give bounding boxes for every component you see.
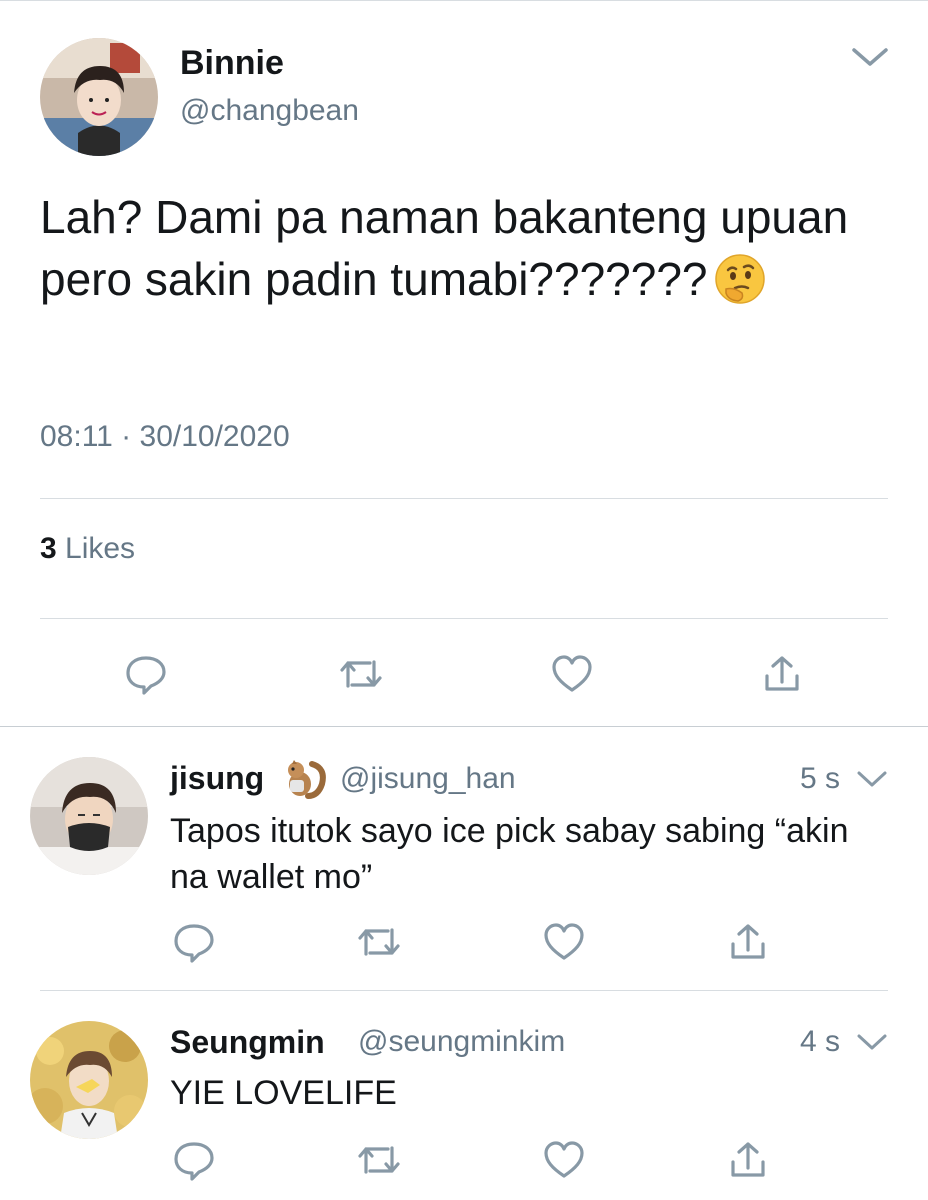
likes-label: Likes — [56, 532, 136, 565]
section-divider — [0, 726, 928, 727]
reply-time: 5 s — [800, 762, 841, 795]
likes-number: 3 — [40, 532, 57, 565]
thinking-face-icon — [714, 253, 766, 305]
share-icon[interactable] — [728, 922, 768, 962]
share-icon[interactable] — [762, 654, 802, 694]
retweet-icon[interactable] — [356, 1140, 402, 1180]
reply-author-name[interactable]: Seungmin — [170, 1024, 325, 1061]
reply-text: YIE LOVELIFE — [170, 1074, 397, 1112]
tweet-text: Lah? Dami pa naman bakanteng upuan pero … — [40, 186, 900, 310]
reply-author-handle[interactable]: @seungminkim — [358, 1025, 565, 1059]
retweet-icon[interactable] — [356, 922, 402, 962]
likes-count[interactable]: 3 Likes — [40, 532, 135, 566]
chevron-down-icon[interactable] — [856, 1033, 888, 1058]
reply-icon[interactable] — [172, 1140, 216, 1182]
chipmunk-icon — [282, 758, 328, 800]
avatar-binnie[interactable] — [40, 38, 158, 156]
divider — [40, 498, 888, 499]
chevron-down-icon[interactable] — [850, 46, 890, 75]
reply-author-handle[interactable]: @jisung_han — [340, 762, 516, 796]
author-name[interactable]: Binnie — [180, 44, 284, 83]
reply-icon[interactable] — [124, 654, 168, 696]
chevron-down-icon[interactable] — [856, 770, 888, 795]
heart-icon[interactable] — [542, 1140, 586, 1180]
avatar-jisung[interactable] — [30, 757, 148, 875]
tweet-timestamp: 08:11 · 30/10/2020 — [40, 420, 290, 453]
reply-icon[interactable] — [172, 922, 216, 964]
avatar-seungmin[interactable] — [30, 1021, 148, 1139]
reply-time: 4 s — [800, 1025, 841, 1058]
reply-author-name[interactable]: jisung — [170, 760, 264, 797]
reply-text: Tapos itutok sayo ice pick sabay sabing … — [170, 812, 849, 896]
top-border — [0, 0, 928, 1]
divider — [40, 618, 888, 619]
retweet-icon[interactable] — [338, 654, 384, 694]
author-handle[interactable]: @changbean — [180, 94, 359, 128]
divider — [40, 990, 888, 991]
share-icon[interactable] — [728, 1140, 768, 1180]
heart-icon[interactable] — [542, 922, 586, 962]
heart-icon[interactable] — [550, 654, 594, 694]
